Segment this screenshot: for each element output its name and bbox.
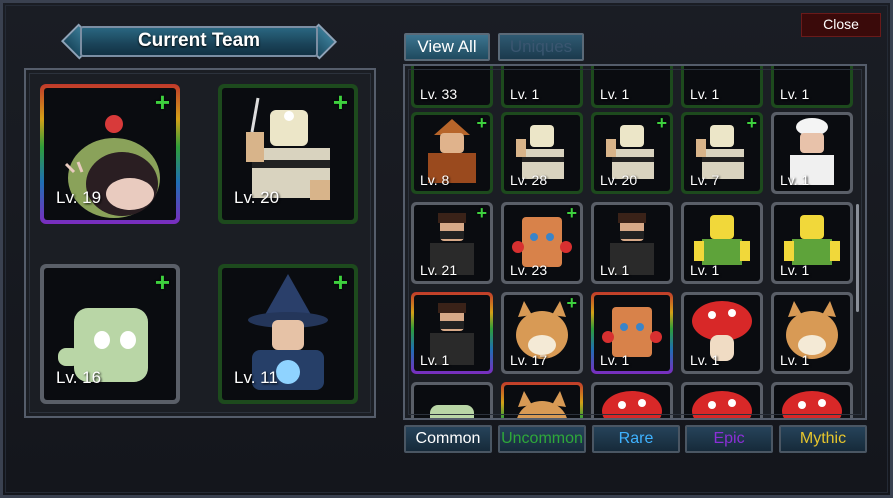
team-slot-2-level: Lv. 20 (234, 188, 280, 207)
plus-icon[interactable]: + (155, 89, 170, 115)
green-cube-icon (430, 405, 474, 418)
mushroom-icon (692, 391, 752, 418)
plus-icon[interactable]: + (333, 269, 348, 295)
team-slot-4[interactable]: + Lv. 11 (218, 264, 358, 404)
inventory-cell[interactable] (681, 382, 763, 418)
inventory-grid[interactable]: Lv. 33 Lv. 1 Lv. 1 Lv. 1 Lv. 1 + Lv. 8 Lv. 28 + L… (403, 64, 867, 420)
plus-icon[interactable]: + (656, 114, 667, 132)
inventory-cell[interactable]: + Lv. 21 (411, 202, 493, 284)
inventory-cell[interactable] (411, 382, 493, 418)
inventory-cell[interactable]: + Lv. 20 (591, 112, 673, 194)
inventory-cell-background (504, 385, 580, 418)
inventory-cell-background (774, 385, 850, 418)
inventory-cell-level: Lv. 1 (780, 262, 810, 278)
inventory-cell-level: Lv. 1 (600, 262, 630, 278)
inventory-cell-level: Lv. 1 (690, 262, 720, 278)
page-title: Current Team (137, 30, 261, 51)
inventory-cell[interactable]: Lv. 1 (501, 66, 583, 108)
inventory-cell[interactable]: Lv. 1 (681, 202, 763, 284)
team-slot-3[interactable]: + Lv. 16 (40, 264, 180, 404)
inventory-cell-level: Lv. 28 (510, 172, 548, 188)
filter-uncommon-button[interactable]: Uncommon (498, 425, 586, 453)
plus-icon[interactable]: + (746, 114, 757, 132)
inventory-cell[interactable]: Lv. 1 (591, 202, 673, 284)
inventory-cell[interactable]: Lv. 1 (771, 292, 853, 374)
inventory-cell[interactable] (591, 382, 673, 418)
plus-icon[interactable]: + (476, 204, 487, 222)
team-slot-1[interactable]: + Lv. 19 (40, 84, 180, 224)
plus-icon[interactable]: + (476, 114, 487, 132)
inventory-cell-level: Lv. 1 (690, 86, 720, 102)
inventory-cell-level: Lv. 1 (780, 86, 810, 102)
inventory-cell-level: Lv. 7 (690, 172, 720, 188)
inventory-cell[interactable]: + Lv. 17 (501, 292, 583, 374)
inventory-cell[interactable]: + Lv. 23 (501, 202, 583, 284)
inventory-cell-level: Lv. 1 (690, 352, 720, 368)
plus-icon[interactable]: + (566, 294, 577, 312)
tab-uniques[interactable]: Uniques (498, 33, 584, 61)
title-banner: Current Team (60, 23, 338, 60)
inventory-cell-level: Lv. 20 (600, 172, 638, 188)
inventory-cell-level: Lv. 1 (780, 352, 810, 368)
inventory-cell[interactable] (771, 382, 853, 418)
inventory-cell[interactable]: Lv. 28 (501, 112, 583, 194)
inventory-cell-level: Lv. 17 (510, 352, 548, 368)
inventory-cell[interactable]: Lv. 1 (591, 66, 673, 108)
inventory-cell-level: Lv. 1 (600, 86, 630, 102)
inventory-cell-background (594, 385, 670, 418)
inventory-cell-level: Lv. 1 (420, 352, 450, 368)
team-slot-2[interactable]: + Lv. 20 (218, 84, 358, 224)
inventory-cell-level: Lv. 33 (420, 86, 458, 102)
team-panel: + Lv. 19 + Lv. 20 + Lv. 16 + Lv. 11 (24, 68, 376, 418)
inventory-cell-level: Lv. 21 (420, 262, 458, 278)
inventory-cell[interactable]: Lv. 1 (771, 112, 853, 194)
filter-epic-button[interactable]: Epic (685, 425, 773, 453)
filter-common-button[interactable]: Common (404, 425, 492, 453)
inventory-cell[interactable]: Lv. 33 (411, 66, 493, 108)
inventory-cell-level: Lv. 23 (510, 262, 548, 278)
inventory-cell-background (414, 385, 490, 418)
inventory-cell-level: Lv. 1 (510, 86, 540, 102)
team-slot-1-level: Lv. 19 (56, 188, 102, 207)
plus-icon[interactable]: + (155, 269, 170, 295)
filter-rare-button[interactable]: Rare (592, 425, 680, 453)
inventory-cell[interactable]: Lv. 1 (681, 292, 763, 374)
plus-icon[interactable]: + (566, 204, 577, 222)
inventory-cell-level: Lv. 1 (600, 352, 630, 368)
inventory-cell[interactable]: + Lv. 7 (681, 112, 763, 194)
close-button[interactable]: Close (801, 13, 881, 37)
team-slot-3-level: Lv. 16 (56, 368, 102, 387)
tab-view-all[interactable]: View All (404, 33, 490, 61)
inventory-cell-background (684, 385, 760, 418)
inventory-scrollbar[interactable] (856, 204, 859, 312)
inventory-cell[interactable]: Lv. 1 (681, 66, 763, 108)
inventory-cell[interactable]: + Lv. 8 (411, 112, 493, 194)
inventory-cell[interactable] (501, 382, 583, 418)
inventory-cell-level: Lv. 1 (780, 172, 810, 188)
filter-mythic-button[interactable]: Mythic (779, 425, 867, 453)
inventory-cell-level: Lv. 8 (420, 172, 450, 188)
team-slot-4-level: Lv. 11 (234, 368, 278, 387)
cat-icon (517, 391, 567, 418)
mushroom-icon (782, 391, 842, 418)
inventory-cell[interactable]: Lv. 1 (771, 202, 853, 284)
plus-icon[interactable]: + (333, 89, 348, 115)
inventory-cell[interactable]: Lv. 1 (771, 66, 853, 108)
mushroom-icon (602, 391, 662, 418)
inventory-cell[interactable]: Lv. 1 (591, 292, 673, 374)
inventory-cell[interactable]: Lv. 1 (411, 292, 493, 374)
